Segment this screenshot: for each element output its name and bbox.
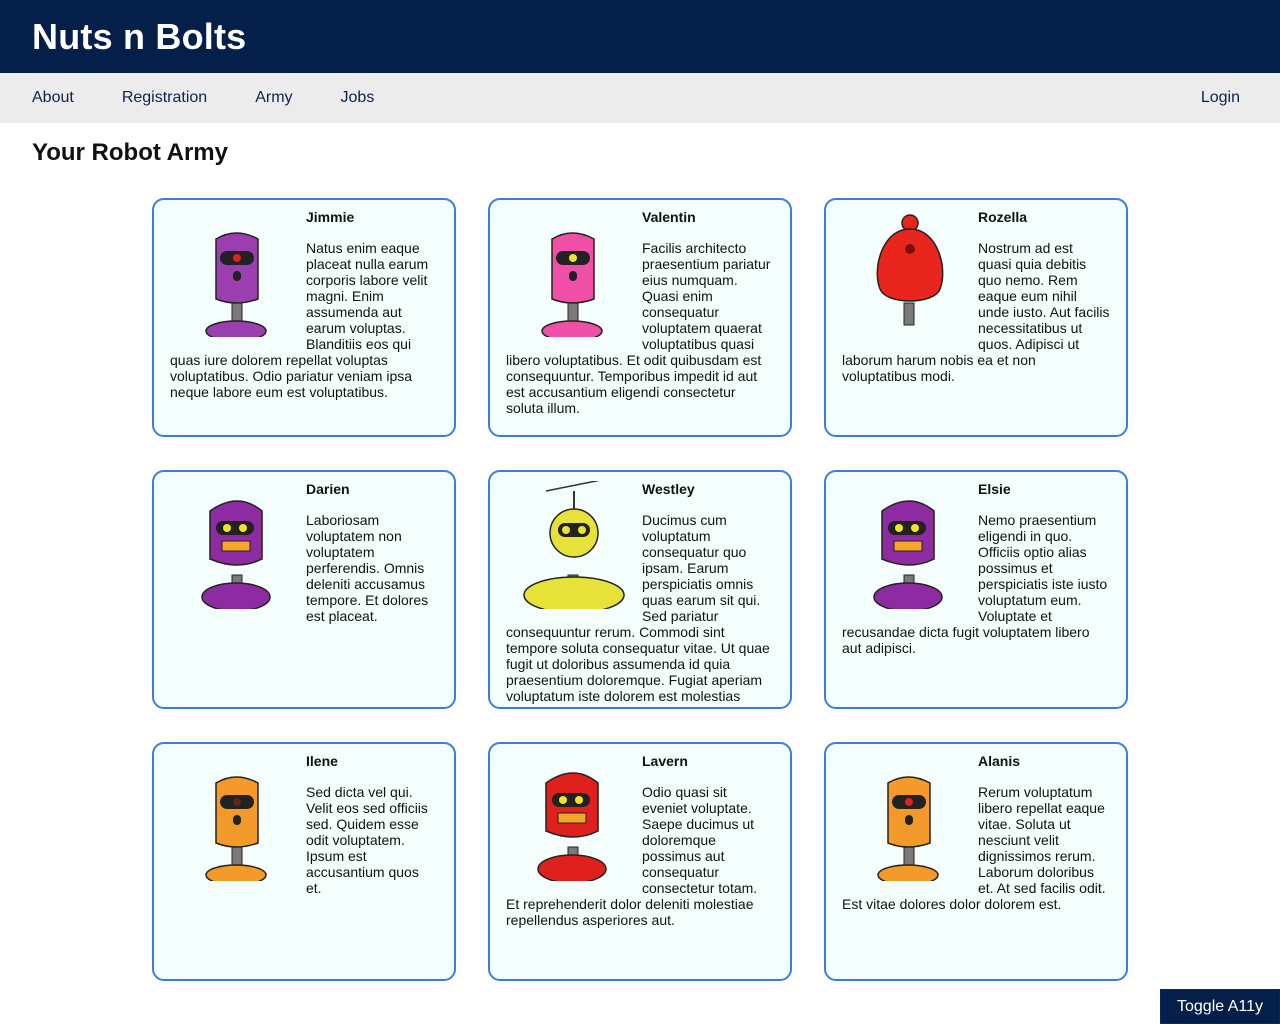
robot-name: Rozella	[978, 209, 1028, 225]
robot-name: Jimmie	[306, 209, 355, 225]
robot-card[interactable]: Lavern Odio quasi sit eveniet voluptate. …	[488, 742, 792, 981]
robot-name: Valentin	[642, 209, 696, 225]
robot-avatar-icon	[541, 232, 603, 337]
robot-card[interactable]: Ilene Sed dicta vel qui. Velit eos sed of…	[152, 742, 456, 981]
robot-name: Lavern	[642, 753, 688, 769]
robot-avatar-icon	[537, 772, 607, 881]
robot-avatar-icon	[523, 481, 625, 609]
robot-name: Alanis	[978, 753, 1021, 769]
robot-grid: Jimmie Natus enim eaque placeat nulla ear…	[152, 198, 1128, 981]
robot-card[interactable]: Westley Ducimus cum voluptatum consequatu…	[488, 470, 792, 709]
nav-link-registration[interactable]: Registration	[122, 89, 207, 107]
nav-link-army[interactable]: Army	[255, 89, 292, 107]
site-header: Nuts n Bolts	[0, 0, 1280, 73]
robot-avatar-icon	[205, 776, 267, 881]
robot-name: Ilene	[306, 753, 338, 769]
robot-avatar-icon	[205, 232, 267, 337]
robot-name: Elsie	[978, 481, 1011, 497]
main-nav: About Registration Army Jobs Login	[0, 73, 1280, 123]
login-link[interactable]: Login	[1201, 89, 1240, 107]
robot-card[interactable]: Jimmie Natus enim eaque placeat nulla ear…	[152, 198, 456, 437]
nav-link-about[interactable]: About	[32, 89, 74, 107]
toggle-a11y-button[interactable]: Toggle A11y	[1160, 989, 1280, 1024]
robot-card[interactable]: Valentin Facilis architecto praesentium p…	[488, 198, 792, 437]
robot-card[interactable]: Darien Laboriosam voluptatem non voluptat…	[152, 470, 456, 709]
site-brand[interactable]: Nuts n Bolts	[32, 16, 246, 58]
robot-card[interactable]: Alanis Rerum voluptatum libero repellat e…	[824, 742, 1128, 981]
robot-avatar-icon	[876, 214, 944, 326]
robot-avatar-icon	[877, 776, 939, 881]
robot-avatar-icon	[873, 500, 943, 609]
robot-card[interactable]: Elsie Nemo praesentium eligendi in quo. O…	[824, 470, 1128, 709]
robot-name: Westley	[642, 481, 695, 497]
robot-card[interactable]: Rozella Nostrum ad est quasi quia debitis…	[824, 198, 1128, 437]
robot-avatar-icon	[201, 500, 271, 609]
robot-name: Darien	[306, 481, 350, 497]
page-title: Your Robot Army	[32, 139, 228, 166]
nav-link-jobs[interactable]: Jobs	[341, 89, 375, 107]
